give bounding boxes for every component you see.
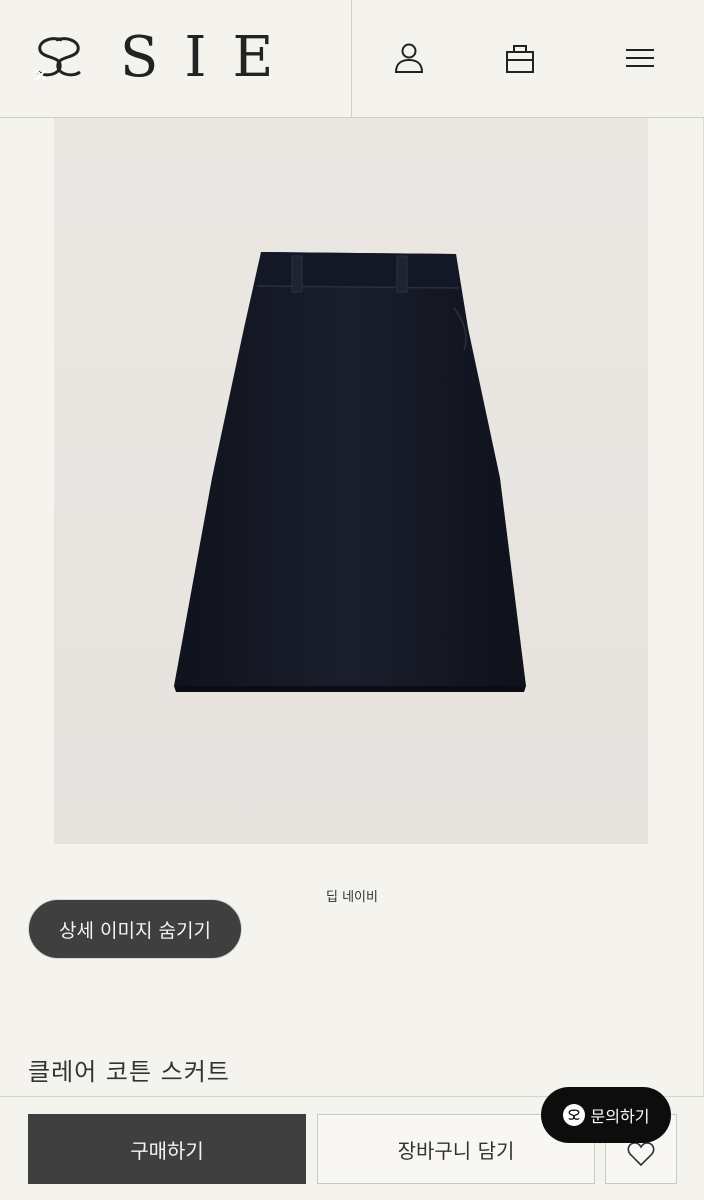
inquiry-label: 문의하기 <box>590 1107 650 1126</box>
site-header: SIE <box>0 0 704 118</box>
buy-now-button[interactable]: 구매하기 <box>28 1114 306 1184</box>
brand-name: SIE <box>120 25 300 90</box>
product-title: 클레어 코튼 스커트 <box>28 1058 230 1086</box>
menu-button[interactable] <box>620 38 660 78</box>
user-icon <box>394 43 424 73</box>
heart-icon <box>627 1142 655 1167</box>
inquiry-button[interactable]: 문의하기 <box>541 1087 671 1143</box>
skirt-illustration <box>174 252 526 692</box>
hide-detail-images-button[interactable]: 상세 이미지 숨기기 <box>28 899 242 959</box>
account-button[interactable] <box>389 38 429 78</box>
cart-button[interactable] <box>500 38 540 78</box>
bag-icon <box>506 45 534 73</box>
product-image[interactable] <box>54 118 648 844</box>
brand-logo-small-icon <box>562 1104 585 1126</box>
brand-logo-mark-icon <box>35 37 81 81</box>
logo-link[interactable]: SIE <box>0 0 352 117</box>
menu-icon <box>626 49 654 67</box>
